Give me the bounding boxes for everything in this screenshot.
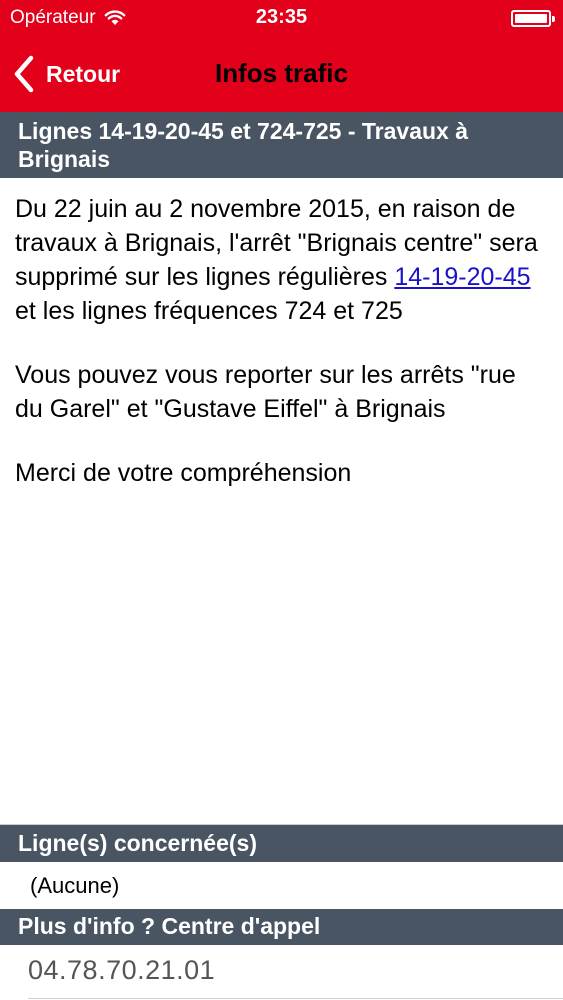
article-paragraph-2: Vous pouvez vous reporter sur les arrêts… (15, 361, 516, 423)
page-title: Infos trafic (215, 58, 348, 88)
navigation-bar: Retour Infos trafic (0, 36, 563, 112)
article-paragraph-3: Merci de votre compréhension (15, 459, 352, 487)
article-body: Du 22 juin au 2 novembre 2015, en raison… (15, 192, 550, 520)
article-paragraph-1: Du 22 juin au 2 novembre 2015, en raison… (15, 192, 550, 328)
phone-number[interactable]: 04.78.70.21.01 (28, 955, 215, 986)
lines-section-header: Ligne(s) concernée(s) (0, 824, 563, 862)
info-section-header: Plus d'info ? Centre d'appel (0, 909, 563, 945)
line-link[interactable]: 14-19-20-45 (394, 263, 530, 291)
status-bar: Opérateur 23:35 (0, 0, 563, 36)
lines-value: (Aucune) (30, 873, 120, 898)
top-bar: Opérateur 23:35 Retour Infos trafic (0, 0, 563, 112)
battery-icon (511, 10, 555, 27)
paragraph-1-text-end: et les lignes fréquences 724 et 725 (15, 297, 403, 325)
divider (28, 998, 563, 999)
status-time: 23:35 (255, 6, 308, 28)
article-title: Lignes 14-19-20-45 et 724-725 - Travaux … (0, 112, 563, 178)
